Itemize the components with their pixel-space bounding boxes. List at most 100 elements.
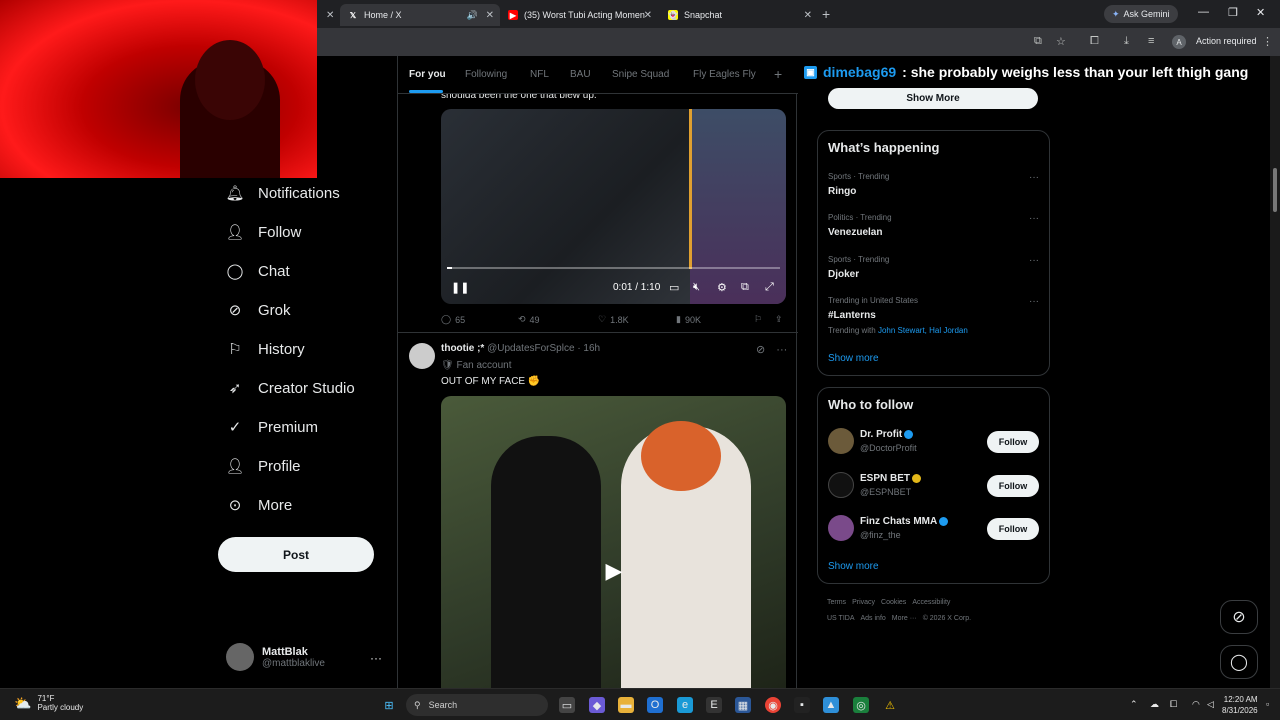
taskbar-search[interactable]: ⚲ Search — [406, 694, 548, 716]
trend-item[interactable]: Politics · Trending Venezuelan — [828, 213, 892, 238]
tab-for-you[interactable]: For you — [409, 69, 446, 80]
close-icon[interactable]: ✕ — [486, 10, 494, 21]
account-switcher[interactable]: MattBlak @mattblaklive — [226, 643, 325, 671]
footer-link[interactable]: Privacy — [852, 599, 875, 606]
close-icon[interactable]: ✕ — [644, 10, 652, 21]
messages-fab-button[interactable]: ◯ — [1220, 645, 1258, 679]
more-icon[interactable]: ··· — [1029, 255, 1039, 266]
nav-chat[interactable]: ◯ Chat — [226, 262, 290, 281]
views-button[interactable]: ▮ 90K — [676, 314, 701, 325]
grok-fab-button[interactable]: ⊘ — [1220, 600, 1258, 634]
extensions-icon[interactable]: ⧠ — [1090, 35, 1099, 48]
tray-chevron-icon[interactable]: ⌃ — [1130, 699, 1138, 710]
chrome-icon[interactable]: ◉ — [765, 697, 781, 713]
footer-link[interactable]: Cookies — [881, 599, 906, 606]
volume-icon[interactable]: ◁ — [1207, 699, 1214, 710]
photos-icon[interactable]: ▲ — [823, 697, 839, 713]
settings-gear-icon[interactable]: ⚙ — [717, 281, 727, 294]
nav-follow[interactable]: 👤︎ Follow — [225, 223, 301, 242]
add-tab-icon[interactable]: + — [774, 66, 782, 82]
pip-icon[interactable]: ⧉ — [741, 281, 749, 294]
account-more-icon[interactable]: ··· — [370, 651, 382, 665]
outlook-icon[interactable]: O — [647, 697, 663, 713]
avatar[interactable] — [409, 343, 435, 369]
copilot-icon[interactable]: ◆ — [589, 697, 605, 713]
trend-item[interactable]: Sports · Trending Djoker — [828, 255, 889, 280]
tab-bau[interactable]: BAU — [570, 69, 591, 80]
nav-notifications[interactable]: 🔔︎ Notifications — [225, 184, 339, 203]
nav-more[interactable]: ⊙ More — [226, 496, 292, 515]
ask-gemini-button[interactable]: ✦ Ask Gemini — [1104, 5, 1178, 23]
captions-icon[interactable]: ▭ — [669, 281, 679, 294]
task-view-icon[interactable]: ▭ — [559, 697, 575, 713]
warning-icon[interactable]: ⚠ — [882, 697, 898, 713]
cast-icon[interactable]: ⧉ — [1034, 35, 1042, 48]
grok-icon[interactable]: ⊘ — [756, 344, 765, 356]
tab-close-previous[interactable]: ✕ — [318, 4, 342, 26]
window-close-button[interactable]: ✕ — [1256, 6, 1265, 19]
bookmark-star-icon[interactable]: ☆ — [1056, 35, 1066, 48]
footer-link[interactable]: Ads info — [861, 615, 886, 622]
share-button[interactable]: ⇪ — [775, 314, 783, 325]
follow-button[interactable]: Follow — [987, 475, 1039, 497]
more-icon[interactable]: ··· — [776, 344, 787, 356]
terminal-icon[interactable]: ▪ — [794, 697, 810, 713]
more-icon[interactable]: ··· — [1029, 296, 1039, 307]
edge-icon[interactable]: e — [677, 697, 693, 713]
more-icon[interactable]: ··· — [1029, 213, 1039, 224]
pause-icon[interactable]: ❚❚ — [451, 281, 469, 294]
windows-start-icon[interactable]: ⊞ — [381, 697, 397, 713]
new-tab-button[interactable]: + — [822, 6, 830, 22]
nav-history[interactable]: ⚐ History — [226, 340, 304, 359]
onedrive-icon[interactable]: ⧠ — [1170, 699, 1177, 710]
show-more-link[interactable]: Show more — [828, 561, 879, 572]
tab-snapchat[interactable]: 👻 Snapchat ✕ — [660, 4, 818, 26]
footer-link[interactable]: Accessibility — [912, 599, 950, 606]
tweet-time[interactable]: 16h — [583, 343, 600, 354]
mute-icon[interactable]: 🔇︎ — [693, 281, 700, 294]
speaker-icon[interactable]: 🔊 — [467, 10, 478, 21]
browser-profile-avatar[interactable]: A — [1172, 35, 1186, 49]
xbox-icon[interactable]: ◎ — [853, 697, 869, 713]
action-required-label[interactable]: Action required — [1196, 36, 1257, 46]
video-progress-bar[interactable] — [447, 267, 780, 269]
fullscreen-icon[interactable]: ⤢ — [765, 281, 774, 294]
system-clock[interactable]: 12:20 AM 8/31/2026 — [1222, 694, 1258, 716]
file-explorer-icon[interactable]: ▬ — [618, 697, 634, 713]
tab-nfl[interactable]: NFL — [530, 69, 549, 80]
follow-suggestion[interactable]: Finz Chats MMA @finz_the — [828, 515, 949, 541]
nav-grok[interactable]: ⊘ Grok — [226, 301, 291, 320]
follow-suggestion[interactable]: ESPN BET @ESPNBET — [828, 472, 922, 498]
browser-menu-icon[interactable]: ⋮ — [1262, 35, 1273, 48]
notification-bell-icon[interactable]: ▫ — [1266, 699, 1269, 709]
footer-link[interactable]: More ··· — [892, 615, 917, 622]
tab-home-x[interactable]: 𝕏 Home / X 🔊 ✕ — [340, 4, 500, 26]
tweet-author-handle[interactable]: @UpdatesForSplce — [487, 343, 574, 354]
tab-fly-eagles-fly[interactable]: Fly Eagles Fly — [693, 69, 756, 80]
tweet-author-name[interactable]: thootie ;* — [441, 343, 484, 354]
nav-premium[interactable]: ✓ Premium — [226, 418, 318, 437]
tab-following[interactable]: Following — [465, 69, 507, 80]
like-button[interactable]: ♡ 1.8K — [598, 314, 629, 325]
follow-suggestion[interactable]: Dr. Profit @DoctorProfit — [828, 428, 917, 454]
follow-button[interactable]: Follow — [987, 431, 1039, 453]
nav-creator-studio[interactable]: ➶ Creator Studio — [226, 379, 355, 398]
repost-button[interactable]: ⟲ 49 — [518, 314, 540, 325]
close-icon[interactable]: ✕ — [804, 10, 812, 21]
store-icon[interactable]: ▦ — [735, 697, 751, 713]
network-tray-icon[interactable]: ☁ — [1150, 699, 1159, 710]
page-scrollbar[interactable] — [1270, 56, 1280, 688]
trend-item[interactable]: Trending in United States #Lanterns Tren… — [828, 296, 968, 335]
bookmark-button[interactable]: ⚐ — [754, 314, 762, 325]
post-button[interactable]: Post — [218, 537, 374, 572]
footer-link[interactable]: US TIDA — [827, 615, 855, 622]
play-icon[interactable]: ▶ — [599, 556, 629, 586]
more-icon[interactable]: ··· — [1029, 172, 1039, 183]
show-more-link[interactable]: Show more — [828, 353, 879, 364]
wifi-icon[interactable]: ◠ — [1192, 699, 1200, 710]
show-more-button[interactable]: Show More — [828, 88, 1038, 109]
reading-list-icon[interactable]: ≡ — [1148, 35, 1154, 47]
scrollbar-thumb[interactable] — [1273, 168, 1277, 212]
follow-button[interactable]: Follow — [987, 518, 1039, 540]
minimize-button[interactable]: — — [1198, 6, 1209, 18]
